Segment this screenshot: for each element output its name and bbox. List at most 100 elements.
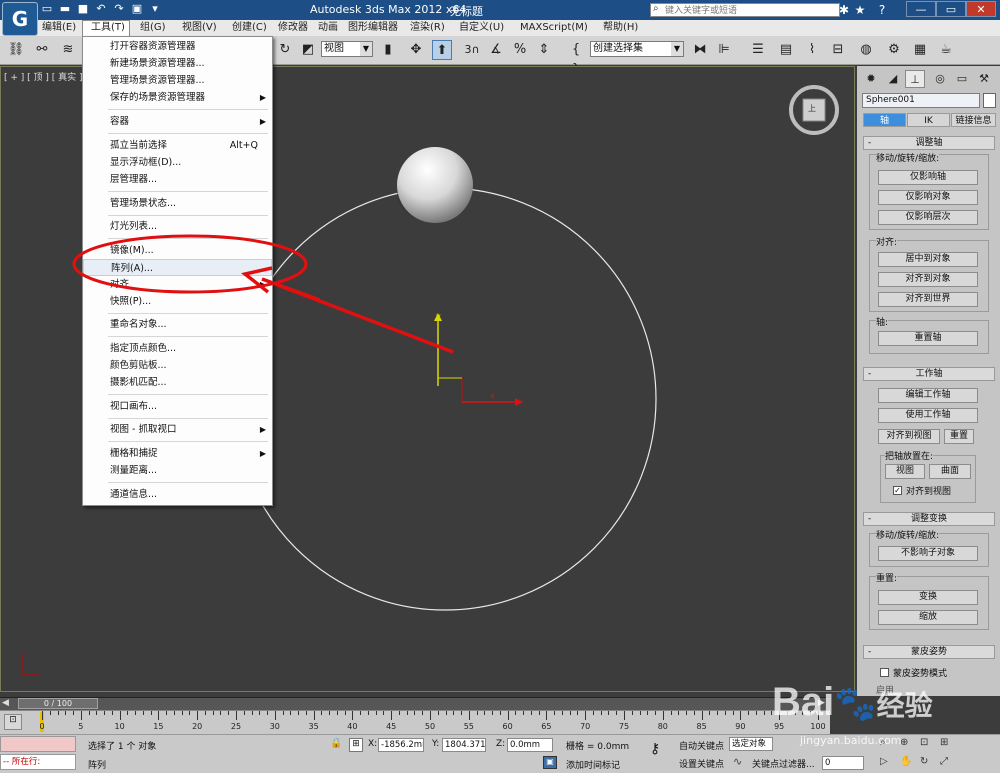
menu-assign-vertex-colors[interactable]: 指定顶点颜色... — [83, 340, 272, 357]
rollout-working-pivot[interactable]: - 工作轴 — [863, 367, 995, 381]
quick-access-dropdown-icon[interactable]: ▾ — [148, 2, 162, 16]
graphite-ribbon-icon[interactable]: ▤ — [776, 40, 796, 60]
open-file-icon[interactable]: ▬ — [58, 2, 72, 16]
key-filters-button[interactable]: 关键点过滤器... — [752, 757, 815, 770]
dont-affect-children-button[interactable]: 不影响子对象 — [878, 546, 978, 561]
redo-icon[interactable]: ↷ — [112, 2, 126, 16]
schematic-view-icon[interactable]: ⊟ — [828, 40, 848, 60]
place-surface-button[interactable]: 曲面 — [929, 464, 971, 479]
favorites-icon[interactable]: ★ — [852, 2, 868, 18]
menu-graph-editors[interactable]: 图形编辑器 — [348, 20, 398, 36]
rollout-adjust-transform[interactable]: - 调整变换 — [863, 512, 995, 526]
zoom-extents-icon[interactable]: ⊡ — [920, 737, 928, 748]
undo-icon[interactable]: ↶ — [94, 2, 108, 16]
binoculars-icon[interactable]: ◎ — [796, 2, 812, 18]
menu-help[interactable]: 帮助(H) — [603, 20, 638, 36]
menu-color-clipboard[interactable]: 颜色剪贴板... — [83, 357, 272, 374]
menu-containers[interactable]: 容器 ▶ — [83, 113, 272, 130]
fov-icon[interactable]: ▷ — [880, 756, 888, 767]
reset-button[interactable]: 重置 — [944, 429, 974, 444]
menu-animation[interactable]: 动画 — [318, 20, 338, 36]
align-to-view-button[interactable]: 对齐到视图 — [878, 429, 940, 444]
percent-snap-icon[interactable]: % — [510, 40, 530, 60]
select-rotate-icon[interactable]: ↻ — [275, 40, 295, 60]
menu-rendering[interactable]: 渲染(R) — [410, 20, 445, 36]
absolute-mode-icon[interactable]: ⊞ — [349, 738, 363, 752]
time-slider-track[interactable] — [0, 697, 830, 711]
menu-channel-info[interactable]: 通道信息... — [83, 486, 272, 503]
y-coordinate-field[interactable]: 1804.371m — [442, 738, 486, 752]
edit-working-pivot-button[interactable]: 编辑工作轴 — [878, 388, 978, 403]
display-tab-icon[interactable]: ▭ — [952, 70, 972, 88]
object-name-field[interactable]: Sphere001 — [862, 93, 980, 108]
render-production-icon[interactable]: ☕ — [936, 40, 956, 60]
reset-transform-button[interactable]: 变换 — [878, 590, 978, 605]
select-scale-icon[interactable]: ◩ — [298, 40, 318, 60]
menu-grids-and-snaps[interactable]: 栅格和捕捉 ▶ — [83, 445, 272, 462]
menu-group[interactable]: 组(G) — [140, 20, 166, 36]
zoom-extents-all-icon[interactable]: ⊞ — [940, 737, 948, 748]
place-view-button[interactable]: 视图 — [885, 464, 925, 479]
menu-maxscript[interactable]: MAXScript(M) — [520, 20, 588, 36]
skin-pose-mode-checkbox[interactable] — [880, 668, 889, 677]
motion-tab-icon[interactable]: ◎ — [930, 70, 950, 88]
align-to-object-button[interactable]: 对齐到对象 — [878, 272, 978, 287]
menu-rename-objects[interactable]: 重命名对象... — [83, 316, 272, 333]
menu-new-scene-explorer[interactable]: 新建场景资源管理器... — [83, 55, 272, 72]
menu-saved-scene-explorers[interactable]: 保存的场景资源管理器 ▶ — [83, 89, 272, 106]
current-frame-field[interactable]: 0 — [822, 756, 864, 770]
menu-camera-match[interactable]: 摄影机匹配... — [83, 374, 272, 391]
time-slider-thumb[interactable]: 0 / 100 — [18, 698, 98, 709]
menu-open-container-explorer[interactable]: 打开容器资源管理器 — [83, 38, 272, 55]
track-bar-toggle-icon[interactable]: ⊡ — [4, 714, 22, 730]
menu-align[interactable]: 对齐 ▶ — [83, 276, 272, 293]
set-key-button[interactable]: 设置关键点 — [679, 757, 724, 770]
pan-icon[interactable]: ✋ — [900, 756, 912, 767]
new-file-icon[interactable]: ▭ — [40, 2, 54, 16]
minimize-button[interactable]: — — [906, 1, 936, 17]
render-setup-icon[interactable]: ⚙ — [884, 40, 904, 60]
lock-selection-icon[interactable]: 🔒 — [330, 738, 342, 749]
subtab-link-info[interactable]: 链接信息 — [951, 113, 996, 127]
menu-viewport-canvas[interactable]: 视口画布... — [83, 398, 272, 415]
menu-modifiers[interactable]: 修改器 — [278, 20, 308, 36]
z-coordinate-field[interactable]: 0.0mm — [507, 738, 553, 752]
affect-object-only-button[interactable]: 仅影响对象 — [878, 190, 978, 205]
object-color-swatch[interactable] — [983, 93, 996, 108]
menu-grab-viewport[interactable]: 视图 - 抓取视口 ▶ — [83, 421, 272, 438]
menu-snapshot[interactable]: 快照(P)... — [83, 293, 272, 310]
use-working-pivot-button[interactable]: 使用工作轴 — [878, 408, 978, 423]
affect-hierarchy-only-button[interactable]: 仅影响层次 — [878, 210, 978, 225]
pivot-center-icon[interactable]: ▮ — [378, 40, 398, 60]
align-to-view-checkbox[interactable]: ✓ — [893, 486, 902, 495]
viewcube-face-label[interactable]: 上 — [808, 103, 816, 114]
keyboard-shortcut-toggle-icon[interactable]: ⬆ — [432, 40, 452, 60]
app-logo-icon[interactable]: G — [2, 2, 38, 36]
save-icon[interactable]: ■ — [76, 2, 90, 16]
menu-tools[interactable]: 工具(T) — [91, 20, 125, 36]
menu-edit[interactable]: 编辑(E) — [42, 20, 76, 36]
create-tab-icon[interactable]: ✹ — [861, 70, 881, 88]
menu-isolate-selection[interactable]: 孤立当前选择 Alt+Q — [83, 137, 272, 154]
time-tag-icon[interactable]: ▣ — [543, 756, 557, 769]
select-manipulate-icon[interactable]: ✥ — [406, 40, 426, 60]
menu-manage-scene-explorer[interactable]: 管理场景资源管理器... — [83, 72, 272, 89]
menu-customize[interactable]: 自定义(U) — [459, 20, 504, 36]
snaps-toggle-icon[interactable]: 3∩ — [462, 40, 482, 60]
named-selection-combo[interactable]: 创建选择集 ▼ — [590, 41, 684, 57]
subtab-ik[interactable]: IK — [907, 113, 950, 127]
mirror-icon[interactable]: ⧓ — [690, 40, 710, 60]
community-icon[interactable]: ✱ — [836, 2, 852, 18]
rendered-frame-icon[interactable]: ▦ — [910, 40, 930, 60]
menu-light-lister[interactable]: 灯光列表... — [83, 218, 272, 235]
edit-named-selection-icon[interactable]: { } — [566, 40, 586, 77]
close-button[interactable]: ✕ — [966, 1, 996, 17]
rollout-skin-pose[interactable]: - 蒙皮姿势 — [863, 645, 995, 659]
menu-views[interactable]: 视图(V) — [182, 20, 217, 36]
curve-editor-icon[interactable]: ⌇ — [802, 40, 822, 60]
align-icon[interactable]: ⊫ — [714, 40, 734, 60]
layer-manager-icon[interactable]: ☰ — [748, 40, 768, 60]
link-icon[interactable]: ⛓ — [6, 40, 26, 60]
bind-space-warp-icon[interactable]: ≋ — [58, 40, 78, 60]
unlink-icon[interactable]: ⚯ — [32, 40, 52, 60]
